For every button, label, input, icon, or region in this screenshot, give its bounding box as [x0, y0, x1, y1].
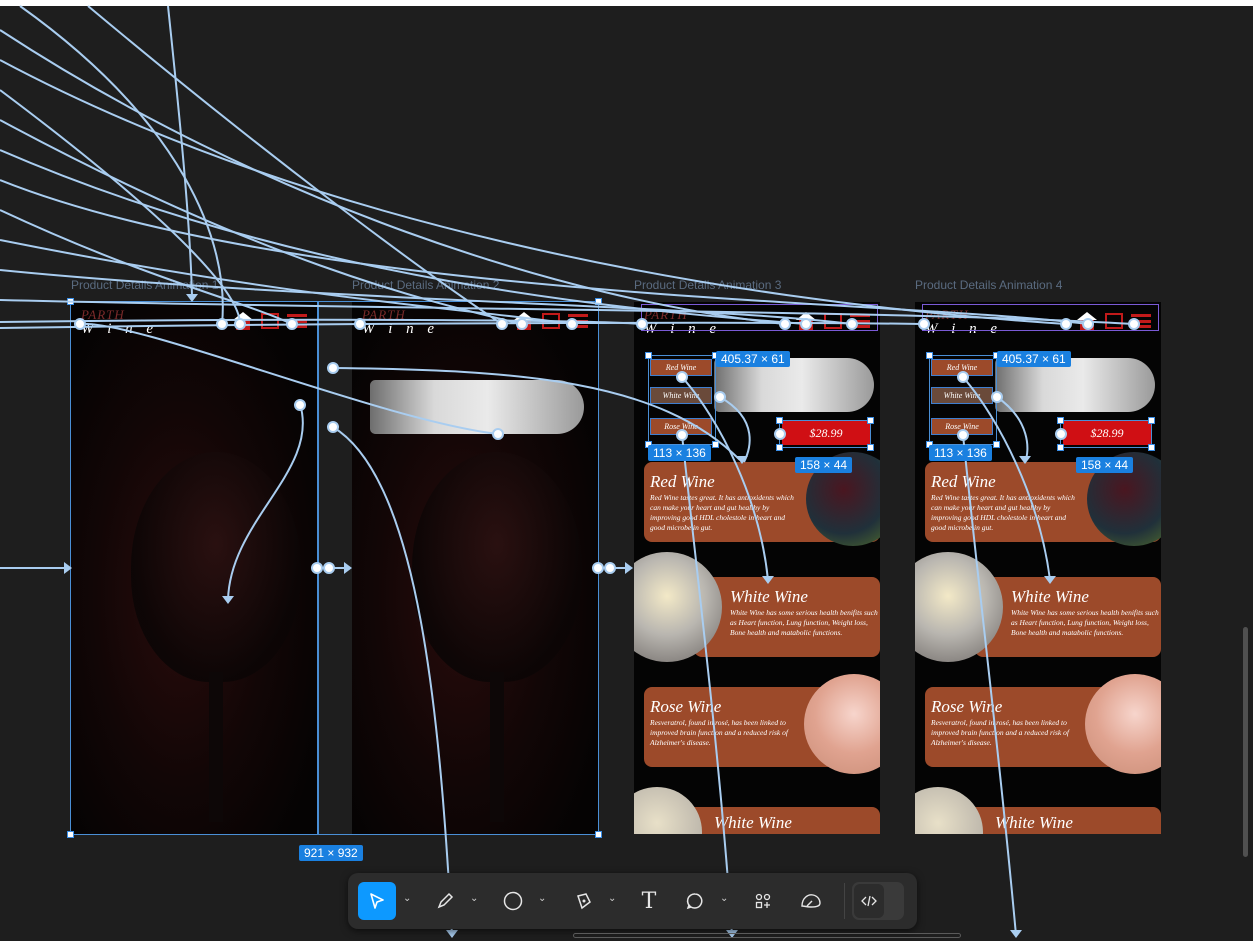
- plugins-icon: [801, 894, 821, 908]
- ellipse-tool[interactable]: [496, 882, 530, 920]
- connector: [0, 59, 1067, 325]
- connector-node: [566, 318, 578, 330]
- chevron-down-icon[interactable]: ⌄: [538, 893, 546, 904]
- connector-node: [74, 318, 86, 330]
- connector-node: [234, 318, 246, 330]
- prototype-connectors: [0, 5, 1140, 938]
- connector-node: [779, 318, 791, 330]
- arrowhead: [186, 294, 198, 302]
- arrowhead: [222, 596, 234, 604]
- connector-node: [774, 428, 786, 440]
- ellipse-icon: [503, 891, 523, 911]
- connector: [79, 322, 499, 435]
- vertical-scrollbar[interactable]: [1243, 627, 1248, 857]
- pen-tool[interactable]: [428, 882, 462, 920]
- connector-node: [1055, 428, 1067, 440]
- toggle-knob: [854, 884, 884, 918]
- arrowhead: [64, 562, 72, 574]
- arrowhead: [736, 456, 748, 464]
- connector-node: [496, 318, 508, 330]
- connector: [962, 434, 1017, 936]
- connector: [167, 5, 193, 297]
- components-icon: [755, 893, 771, 909]
- pill-group-size-badge: 113 × 136: [648, 445, 711, 461]
- chevron-down-icon[interactable]: ⌄: [470, 893, 478, 904]
- components-tool[interactable]: [746, 882, 780, 920]
- comment-icon: [686, 893, 703, 910]
- selection-size-badge: 921 × 932: [299, 845, 363, 861]
- connector-node: [327, 362, 339, 374]
- connector-node: [991, 391, 1003, 403]
- price-size-badge: 158 × 44: [1076, 457, 1134, 473]
- horizontal-scrollbar[interactable]: [573, 933, 961, 938]
- nav-size-badge: 405.37 × 61: [997, 351, 1071, 367]
- chevron-down-icon[interactable]: ⌄: [720, 893, 728, 904]
- connector: [719, 396, 751, 463]
- connector: [227, 403, 304, 601]
- chevron-down-icon[interactable]: ⌄: [608, 893, 616, 904]
- connector-node: [1128, 318, 1140, 330]
- connector: [87, 5, 503, 325]
- move-tool[interactable]: [358, 882, 396, 920]
- connector: [996, 396, 1029, 463]
- connector-node: [1060, 318, 1072, 330]
- pen-icon: [437, 892, 454, 909]
- connector-node: [354, 318, 366, 330]
- connector-node: [294, 399, 306, 411]
- connector-node: [516, 318, 528, 330]
- connector-node: [216, 318, 228, 330]
- arrowhead: [762, 576, 774, 584]
- connector: [0, 89, 241, 325]
- pencil-icon: [577, 893, 591, 910]
- connector-node: [286, 318, 298, 330]
- connector-node: [604, 562, 616, 574]
- connector-node: [592, 562, 604, 574]
- code-icon: [861, 895, 877, 907]
- arrowhead: [1044, 576, 1056, 584]
- connector-node: [714, 391, 726, 403]
- arrowhead: [446, 930, 458, 938]
- plugins-tool[interactable]: [794, 882, 828, 920]
- arrowhead: [1010, 930, 1022, 938]
- nav-size-badge: 405.37 × 61: [716, 351, 790, 367]
- pencil-tool[interactable]: [566, 882, 600, 920]
- comment-tool[interactable]: [678, 882, 712, 920]
- dev-mode-toggle[interactable]: [852, 882, 904, 920]
- connector-node: [800, 318, 812, 330]
- connector-node: [311, 562, 323, 574]
- price-size-badge: 158 × 44: [795, 457, 853, 473]
- connector-node: [1082, 318, 1094, 330]
- arrowhead: [1019, 456, 1031, 464]
- connector-node: [957, 371, 969, 383]
- connector: [19, 5, 224, 325]
- bottom-toolbar: ⌄ ⌄ ⌄ ⌄ T ⌄: [348, 873, 917, 929]
- arrowhead: [344, 562, 352, 574]
- connector-node: [492, 428, 504, 440]
- arrowhead: [625, 562, 633, 574]
- chevron-down-icon[interactable]: ⌄: [403, 893, 411, 904]
- connector-node: [846, 318, 858, 330]
- connector-node: [918, 318, 930, 330]
- connector: [681, 434, 733, 936]
- text-icon: T: [641, 888, 657, 914]
- cursor-icon: [370, 893, 384, 909]
- text-tool[interactable]: T: [632, 882, 666, 920]
- connector-node: [957, 429, 969, 441]
- connector-node: [676, 429, 688, 441]
- connector-node: [676, 371, 688, 383]
- connector-node: [323, 562, 335, 574]
- connector-node: [636, 318, 648, 330]
- connector-node: [327, 421, 339, 433]
- pill-group-size-badge: 113 × 136: [929, 445, 992, 461]
- toolbar-divider: [844, 883, 845, 919]
